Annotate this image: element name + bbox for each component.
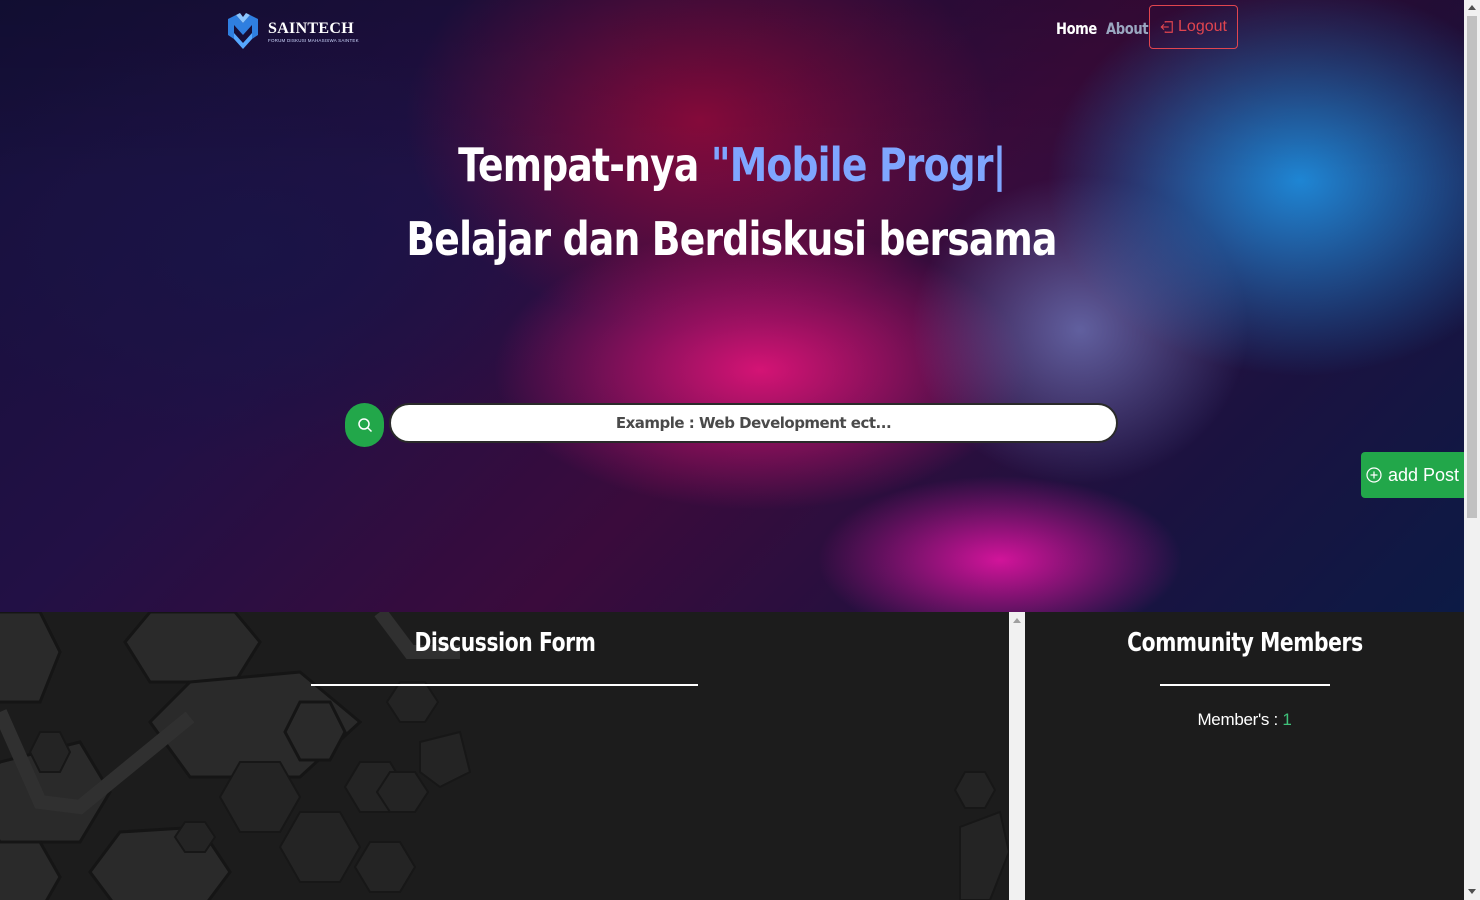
hero-headline: Tempat-nya "Mobile Progr| Belajar dan Be… (0, 128, 1464, 276)
search-input[interactable] (389, 403, 1118, 443)
discussion-panel: Discussion Form (0, 612, 1009, 900)
discussion-title-divider (311, 684, 698, 686)
search-icon (357, 418, 372, 433)
nav-about-link[interactable]: About (1106, 19, 1149, 38)
logout-label: Logout (1178, 18, 1227, 35)
logout-button[interactable]: Logout (1149, 5, 1238, 49)
headline-line-1: Tempat-nya "Mobile Progr| (458, 128, 1006, 202)
members-label: Member's : (1197, 710, 1283, 729)
discussion-title: Discussion Form (414, 628, 596, 658)
community-panel: Community Members Member's : 1 (1025, 612, 1464, 900)
brand-title: SAINTECH (268, 20, 354, 37)
scroll-up-arrow-icon[interactable] (1013, 618, 1021, 623)
brand-logo[interactable]: SAINTECH FORUM DISKUSI MAHASISWA SAINTEK (226, 12, 366, 52)
headline-prefix: Tempat-nya (458, 138, 712, 192)
members-count-line: Member's : 1 (1025, 710, 1464, 730)
brand-subtitle: FORUM DISKUSI MAHASISWA SAINTEK (268, 38, 359, 43)
page-scroll-up-arrow-icon[interactable] (1468, 5, 1476, 10)
community-title-divider (1160, 684, 1330, 686)
page-scrollbar[interactable] (1464, 0, 1480, 900)
page-scrollbar-thumb[interactable] (1467, 16, 1477, 518)
page-scroll-down-arrow-icon[interactable] (1468, 889, 1476, 894)
saintech-logo-icon (228, 13, 258, 49)
add-post-button[interactable]: add Post (1361, 452, 1464, 498)
box-arrow-left-icon (1160, 21, 1173, 33)
add-post-label: add Post (1387, 464, 1460, 485)
plus-circle-icon (1366, 467, 1382, 483)
search-button[interactable] (345, 403, 384, 447)
discussion-scrollbar[interactable] (1009, 612, 1025, 900)
community-title: Community Members (1127, 628, 1363, 658)
headline-line-2: Belajar dan Berdiskusi bersama (406, 212, 1058, 266)
members-count: 1 (1282, 710, 1292, 729)
headline-typed-text: "Mobile Progr| (711, 138, 1007, 192)
nav-home-link[interactable]: Home (1056, 19, 1097, 38)
hero-banner (0, 0, 1464, 612)
